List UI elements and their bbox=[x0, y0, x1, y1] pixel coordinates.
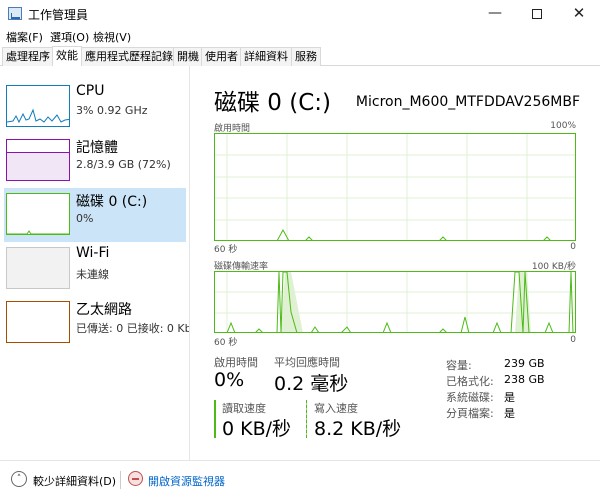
bottom-bar: ˄ 較少詳細資料(D) 開啟資源監視器 bbox=[0, 460, 600, 500]
tab-details[interactable]: 詳細資料 bbox=[240, 47, 292, 66]
tab-bar: 處理程序 效能 應用程式歷程記錄 開機 使用者 詳細資料 服務 bbox=[0, 46, 600, 66]
write-speed-value: 8.2 KB/秒 bbox=[314, 418, 402, 440]
avg-response-value: 0.2 毫秒 bbox=[274, 373, 349, 395]
formatted-label: 已格式化: bbox=[446, 375, 494, 388]
resource-detail: 3% 0.92 GHz bbox=[76, 104, 148, 117]
active-time-graph-left: 60 秒 bbox=[214, 245, 238, 255]
write-speed-indicator bbox=[306, 400, 307, 438]
read-speed-value: 0 KB/秒 bbox=[222, 418, 292, 440]
chevron-up-icon[interactable]: ˄ bbox=[11, 471, 27, 487]
resource-ethernet[interactable]: 乙太網路 已傳送: 0 已接收: 0 Kbps bbox=[4, 296, 189, 350]
resource-memory[interactable]: 記憶體 2.8/3.9 GB (72%) bbox=[4, 134, 186, 188]
tab-startup[interactable]: 開機 bbox=[173, 47, 203, 66]
menu-view[interactable]: 檢視(V) bbox=[93, 29, 131, 45]
resource-monitor-icon bbox=[128, 471, 143, 486]
system-disk-value: 是 bbox=[504, 391, 515, 404]
resource-list: CPU 3% 0.92 GHz 記憶體 2.8/3.9 GB (72%) 磁碟 … bbox=[0, 66, 190, 460]
page-file-label: 分頁檔案: bbox=[446, 407, 494, 420]
maximize-button[interactable] bbox=[516, 0, 558, 28]
task-manager-icon bbox=[8, 7, 22, 20]
menu-file[interactable]: 檔案(F) bbox=[6, 29, 43, 45]
disk-detail-panel: 磁碟 0 (C:) Micron_M600_MTFDDAV256MBF 啟用時間… bbox=[190, 66, 600, 460]
resource-detail: 0% bbox=[76, 212, 94, 225]
resource-name: 記憶體 bbox=[76, 140, 118, 156]
resource-detail: 未連線 bbox=[76, 268, 109, 281]
transfer-rate-graph bbox=[214, 271, 576, 333]
menu-options[interactable]: 選項(O) bbox=[50, 29, 89, 45]
memory-thumbnail-graph bbox=[6, 139, 70, 181]
capacity-value: 239 GB bbox=[504, 357, 545, 370]
resource-name: CPU bbox=[76, 83, 105, 99]
transfer-rate-graph-right: 0 bbox=[570, 335, 576, 345]
divider bbox=[120, 471, 121, 489]
avg-response-label: 平均回應時間 bbox=[274, 356, 340, 369]
tab-app-history[interactable]: 應用程式歷程記錄 bbox=[81, 47, 177, 66]
maximize-icon bbox=[532, 9, 542, 19]
resource-disk[interactable]: 磁碟 0 (C:) 0% bbox=[4, 188, 186, 242]
active-time-graph-max: 100% bbox=[550, 121, 576, 131]
page-file-value: 是 bbox=[504, 407, 515, 420]
resource-detail: 已傳送: 0 已接收: 0 Kbps bbox=[76, 322, 189, 335]
ethernet-thumbnail-graph bbox=[6, 301, 70, 343]
minimize-button[interactable]: — bbox=[474, 0, 516, 28]
active-time-graph bbox=[214, 133, 576, 241]
open-resource-monitor-link[interactable]: 開啟資源監視器 bbox=[148, 473, 225, 489]
tab-performance[interactable]: 效能 bbox=[52, 46, 82, 66]
close-button[interactable]: ✕ bbox=[558, 0, 600, 28]
tab-services[interactable]: 服務 bbox=[291, 47, 321, 66]
cpu-thumbnail-graph bbox=[6, 85, 70, 127]
window-title: 工作管理員 bbox=[28, 8, 89, 22]
disk-model: Micron_M600_MTFDDAV256MBF bbox=[355, 94, 580, 110]
resource-name: 磁碟 0 (C:) bbox=[76, 194, 148, 210]
formatted-value: 238 GB bbox=[504, 373, 545, 386]
resource-name: Wi-Fi bbox=[76, 245, 110, 261]
disk-thumbnail-graph bbox=[6, 193, 70, 235]
tab-processes[interactable]: 處理程序 bbox=[2, 47, 54, 66]
system-disk-label: 系統磁碟: bbox=[446, 391, 494, 404]
resource-wifi[interactable]: Wi-Fi 未連線 bbox=[4, 242, 186, 296]
wifi-thumbnail-graph bbox=[6, 247, 70, 289]
active-time-graph-right: 0 bbox=[570, 242, 576, 252]
tab-users[interactable]: 使用者 bbox=[201, 47, 242, 66]
title-bar: 工作管理員 — ✕ bbox=[0, 0, 600, 28]
fewer-details-link[interactable]: 較少詳細資料(D) bbox=[33, 473, 116, 489]
resource-cpu[interactable]: CPU 3% 0.92 GHz bbox=[4, 80, 186, 134]
resource-name: 乙太網路 bbox=[76, 302, 132, 318]
menu-bar: 檔案(F) 選項(O) 檢視(V) bbox=[0, 28, 600, 46]
resource-detail: 2.8/3.9 GB (72%) bbox=[76, 158, 171, 171]
read-speed-indicator bbox=[214, 400, 216, 438]
active-time-label: 啟用時間 bbox=[214, 356, 258, 369]
disk-title: 磁碟 0 (C:) bbox=[214, 90, 332, 116]
transfer-rate-graph-left: 60 秒 bbox=[214, 338, 238, 348]
capacity-label: 容量: bbox=[446, 359, 472, 372]
active-time-value: 0% bbox=[214, 369, 245, 391]
